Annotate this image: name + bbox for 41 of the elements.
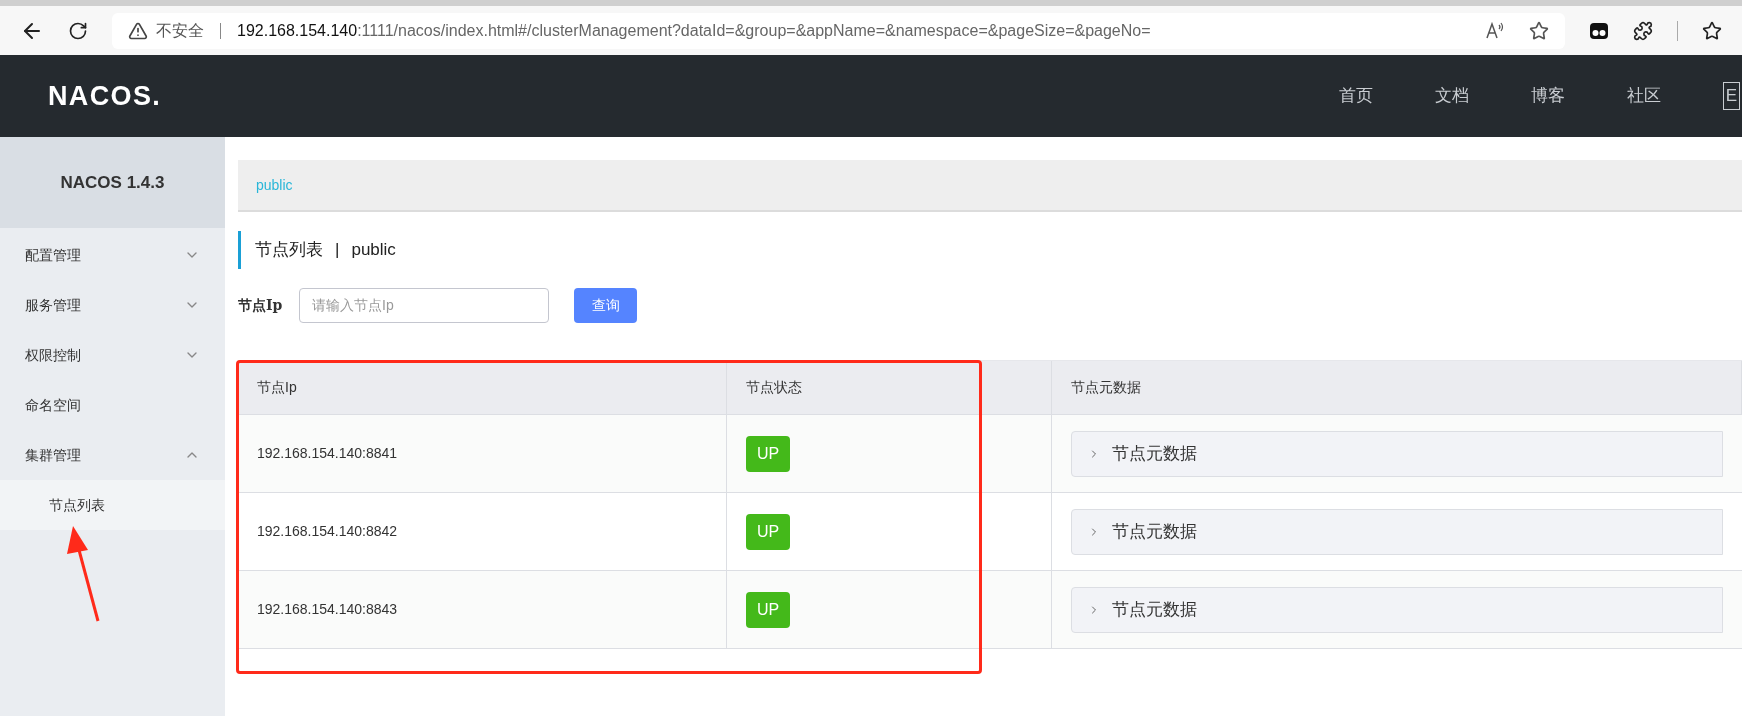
node-ip: 192.168.154.140:8842 bbox=[257, 522, 398, 541]
node-ip: 192.168.154.140:8843 bbox=[257, 600, 398, 619]
extension-icon[interactable] bbox=[1589, 21, 1609, 40]
extensions-icon[interactable] bbox=[1633, 20, 1653, 41]
column-header: 节点Ip bbox=[257, 378, 297, 397]
favorite-icon[interactable] bbox=[1529, 20, 1549, 41]
sidebar-item[interactable]: 命名空间 bbox=[0, 380, 225, 430]
url-host: 192.168.154.140 bbox=[237, 20, 358, 41]
page-namespace: public bbox=[351, 239, 396, 262]
metadata-collapse[interactable]: 节点元数据 bbox=[1071, 586, 1723, 633]
sidebar-subitem[interactable]: 节点列表 bbox=[0, 480, 225, 530]
sidebar-item[interactable]: 集群管理 bbox=[0, 430, 225, 480]
sidebar-item[interactable]: 权限控制 bbox=[0, 330, 225, 380]
sidebar-title: NACOS 1.4.3 bbox=[60, 171, 165, 194]
warning-icon bbox=[128, 20, 148, 41]
metadata-collapse[interactable]: 节点元数据 bbox=[1071, 508, 1723, 555]
search-label: 节点Ip bbox=[238, 295, 284, 315]
security-label: 不安全 bbox=[156, 20, 204, 41]
logo: NACOS. bbox=[48, 79, 162, 113]
page-title: 节点列表 bbox=[255, 239, 323, 262]
column-header: 节点元数据 bbox=[1071, 378, 1141, 397]
read-aloud-icon[interactable] bbox=[1485, 21, 1505, 40]
nav-link[interactable]: 博客 bbox=[1530, 83, 1565, 109]
reload-icon[interactable] bbox=[68, 20, 88, 41]
favorites-icon[interactable] bbox=[1702, 20, 1722, 41]
nav-link[interactable]: 首页 bbox=[1338, 83, 1373, 109]
status-tag: UP bbox=[746, 513, 791, 550]
column-header: 节点状态 bbox=[746, 378, 802, 397]
url-path: :1111/nacos/index.html#/clusterManagement?dataId=&group=&appName=&namespace=&pageSize=&pageNo= bbox=[357, 20, 1152, 41]
node-ip: 192.168.154.140:8841 bbox=[257, 444, 398, 463]
status-tag: UP bbox=[746, 591, 791, 628]
sidebar-item[interactable]: 配置管理 bbox=[0, 230, 225, 280]
nav-link[interactable]: 文档 bbox=[1434, 83, 1469, 109]
status-tag: UP bbox=[746, 435, 791, 472]
language-button[interactable]: E bbox=[1722, 82, 1740, 110]
metadata-collapse[interactable]: 节点元数据 bbox=[1071, 430, 1723, 477]
search-field[interactable]: 请输入节点Ip bbox=[299, 287, 549, 323]
address-bar[interactable]: 不安全 192.168.154.140:1111/nacos/index.html#/clusterManagement?dataId=&group=&appName=&namespace=&pageSize=&pageNo= bbox=[112, 12, 1565, 49]
title-separator: | bbox=[335, 239, 340, 262]
nav-link[interactable]: 社区 bbox=[1626, 83, 1661, 109]
sidebar-item[interactable]: 服务管理 bbox=[0, 280, 225, 330]
